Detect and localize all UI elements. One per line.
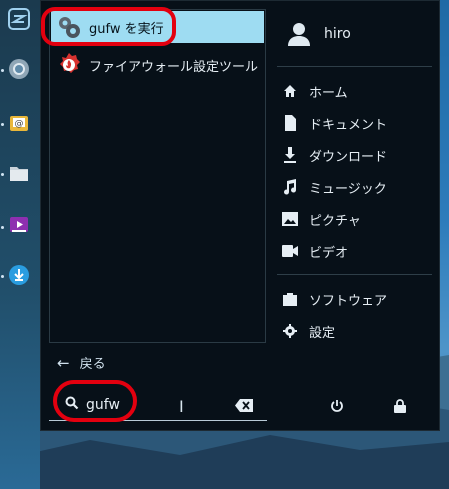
user-name: hiro: [324, 26, 351, 42]
place-music[interactable]: ミュージック: [281, 175, 387, 199]
arrow-left-icon: ←: [57, 353, 70, 372]
software-item[interactable]: ソフトウェア: [281, 287, 387, 311]
back-label: 戻る: [79, 357, 106, 372]
running-indicator: [1, 173, 4, 176]
settings-icon: [281, 322, 299, 340]
power-icon: [330, 398, 344, 417]
home-icon: [281, 82, 299, 100]
software-label: ソフトウェア: [309, 293, 388, 309]
highlight-annotation: [53, 380, 137, 422]
settings-label: 設定: [309, 325, 336, 341]
running-indicator: [1, 69, 4, 72]
software-icon: [281, 290, 299, 308]
document-icon: [281, 114, 299, 132]
settings-item[interactable]: 設定: [281, 319, 335, 343]
place-downloads[interactable]: ダウンロード: [281, 143, 387, 167]
place-label: ホーム: [309, 85, 348, 101]
result-item-firewall[interactable]: ファイアウォール設定ツール: [51, 49, 264, 81]
app-menu: gufw を実行 ファイアウォール設定ツール ← 戻る gufw I hiro …: [40, 0, 440, 431]
place-label: ピクチャ: [309, 213, 361, 229]
place-label: ドキュメント: [309, 117, 388, 133]
search-results-list: gufw を実行 ファイアウォール設定ツール: [49, 9, 266, 343]
place-home[interactable]: ホーム: [281, 79, 348, 103]
dock: @: [0, 0, 40, 489]
download-icon: [281, 146, 299, 164]
clear-search-icon[interactable]: [235, 397, 253, 416]
music-icon: [281, 178, 299, 196]
back-button[interactable]: ← 戻る: [57, 353, 106, 373]
place-label: ミュージック: [309, 181, 387, 197]
result-label: ファイアウォール設定ツール: [89, 59, 259, 75]
video-player-icon[interactable]: [6, 212, 32, 238]
zorin-menu-icon[interactable]: [6, 6, 32, 32]
place-label: ビデオ: [309, 245, 349, 261]
highlight-annotation: [41, 7, 176, 46]
place-videos[interactable]: ビデオ: [281, 239, 348, 263]
svg-text:@: @: [15, 119, 24, 129]
user-icon: [286, 21, 312, 47]
running-indicator: [1, 275, 4, 278]
software-store-icon[interactable]: [6, 262, 32, 288]
running-indicator: [1, 123, 4, 126]
place-documents[interactable]: ドキュメント: [281, 111, 387, 135]
mail-icon[interactable]: @: [6, 110, 32, 136]
divider: [277, 274, 432, 275]
lock-icon: [394, 398, 406, 417]
running-indicator: [1, 226, 4, 229]
video-icon: [281, 242, 299, 260]
place-pictures[interactable]: ピクチャ: [281, 207, 361, 231]
power-button[interactable]: [327, 397, 347, 417]
text-cursor-icon: I: [179, 397, 184, 416]
place-label: ダウンロード: [309, 149, 388, 165]
picture-icon: [281, 210, 299, 228]
files-icon[interactable]: [6, 160, 32, 186]
chrome-icon[interactable]: [6, 56, 32, 82]
lock-button[interactable]: [390, 397, 410, 417]
user-button[interactable]: hiro: [286, 21, 351, 47]
firewall-icon: [55, 51, 83, 79]
divider: [277, 66, 432, 67]
